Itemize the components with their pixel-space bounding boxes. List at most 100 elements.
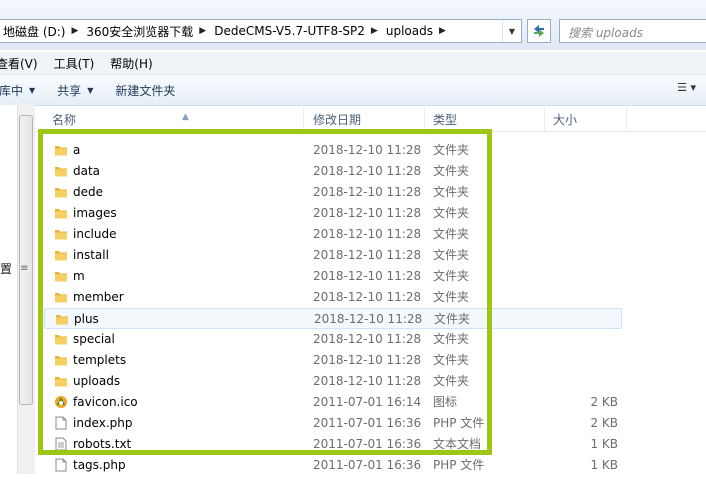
file-type: 文件夹 <box>433 227 470 241</box>
menu-help[interactable]: 帮助(H) <box>110 55 152 72</box>
file-name: special <box>73 332 115 346</box>
file-date: 2018-12-10 11:28 <box>314 312 423 326</box>
file-size: 2 KB <box>590 416 618 430</box>
search-input[interactable]: 搜索 uploads <box>559 19 706 43</box>
breadcrumb-drive[interactable]: 地磁盘 (D:) <box>0 23 69 40</box>
file-date: 2011-07-01 16:36 <box>313 437 422 451</box>
folder-icon <box>54 227 68 241</box>
column-date-label: 修改日期 <box>313 113 362 127</box>
file-name: m <box>73 269 85 283</box>
file-row[interactable]: images 2018-12-10 11:28 文件夹 <box>44 203 622 224</box>
file-type: 文件夹 <box>433 185 470 199</box>
column-name-label: 名称 <box>52 113 77 127</box>
file-type: 文本文档 <box>433 437 482 451</box>
file-name: install <box>73 248 109 262</box>
file-type: 文件夹 <box>433 374 470 388</box>
share-button[interactable]: 共享 ▼ <box>57 82 93 99</box>
file-type: 图标 <box>433 395 458 409</box>
column-type[interactable]: 类型 <box>425 105 545 131</box>
file-type: 文件夹 <box>433 332 470 346</box>
include-in-library-label: 库中 <box>0 83 24 98</box>
file-size: 1 KB <box>590 437 618 451</box>
breadcrumb-downloads[interactable]: 360安全浏览器下载 <box>82 23 197 40</box>
refresh-icon <box>534 25 544 37</box>
file-row[interactable]: templets 2018-12-10 11:28 文件夹 <box>44 350 622 371</box>
file-date: 2018-12-10 11:28 <box>313 290 422 304</box>
column-type-label: 类型 <box>433 113 458 127</box>
file-date: 2018-12-10 11:28 <box>313 332 422 346</box>
file-row[interactable]: data 2018-12-10 11:28 文件夹 <box>44 161 622 182</box>
refresh-button[interactable] <box>527 19 551 43</box>
file-type: 文件夹 <box>434 312 471 326</box>
menu-bar: 查看(V) 工具(T) 帮助(H) <box>0 52 706 75</box>
file-row[interactable]: dede 2018-12-10 11:28 文件夹 <box>44 182 622 203</box>
file-type: PHP 文件 <box>433 458 485 472</box>
share-label: 共享 <box>57 83 82 98</box>
breadcrumb-separator-icon[interactable]: ▶ <box>69 26 82 36</box>
sort-up-icon: ▲ <box>182 112 189 122</box>
file-name: member <box>73 290 124 304</box>
file-date: 2011-07-01 16:14 <box>313 395 422 409</box>
menu-view[interactable]: 查看(V) <box>0 55 38 72</box>
file-row[interactable]: member 2018-12-10 11:28 文件夹 <box>44 287 622 308</box>
file-type: PHP 文件 <box>433 416 485 430</box>
breadcrumb-separator-icon[interactable]: ▶ <box>369 26 382 36</box>
file-name: templets <box>73 353 127 367</box>
file-row[interactable]: install 2018-12-10 11:28 文件夹 <box>44 245 622 266</box>
file-row[interactable]: m 2018-12-10 11:28 文件夹 <box>44 266 622 287</box>
column-name[interactable]: ▲ 名称 <box>44 105 304 131</box>
command-bar: 库中 ▼ 共享 ▼ 新建文件夹 ☰ ▾ <box>0 75 706 106</box>
file-type: 文件夹 <box>433 164 470 178</box>
folder-icon <box>54 290 68 304</box>
file-row[interactable]: special 2018-12-10 11:28 文件夹 <box>44 329 622 350</box>
file-size: 2 KB <box>590 395 618 409</box>
nav-item-label[interactable]: 置 <box>0 260 12 277</box>
file-row[interactable]: uploads 2018-12-10 11:28 文件夹 <box>44 371 622 392</box>
new-folder-button[interactable]: 新建文件夹 <box>115 82 175 99</box>
file-date: 2018-12-10 11:28 <box>313 164 422 178</box>
file-name: index.php <box>73 416 133 430</box>
column-size-label: 大小 <box>553 113 578 127</box>
file-type: 文件夹 <box>433 248 470 262</box>
file-date: 2018-12-10 11:28 <box>313 374 422 388</box>
file-row[interactable]: include 2018-12-10 11:28 文件夹 <box>44 224 622 245</box>
breadcrumb-separator-icon[interactable]: ▶ <box>197 26 210 36</box>
breadcrumb-uploads[interactable]: uploads <box>382 24 437 38</box>
php-file-icon <box>54 416 68 430</box>
file-row[interactable]: plus 2018-12-10 11:28 文件夹 <box>44 308 622 329</box>
address-bar[interactable]: 地磁盘 (D:) ▶ 360安全浏览器下载 ▶ DedeCMS-V5.7-UTF… <box>0 19 522 43</box>
file-name: plus <box>74 312 99 326</box>
file-row[interactable]: a 2018-12-10 11:28 文件夹 <box>44 140 622 161</box>
file-name: data <box>73 164 101 178</box>
php-file-icon <box>54 458 68 472</box>
file-row[interactable]: index.php 2011-07-01 16:36 PHP 文件 2 KB <box>44 413 622 434</box>
file-date: 2018-12-10 11:28 <box>313 227 422 241</box>
file-name: images <box>73 206 117 220</box>
address-dropdown-icon[interactable]: ▼ <box>502 20 521 42</box>
folder-icon <box>54 143 68 157</box>
nav-scrollbar[interactable]: ≡ <box>17 105 35 474</box>
file-date: 2018-12-10 11:28 <box>313 185 422 199</box>
file-type: 文件夹 <box>433 269 470 283</box>
view-options-icon[interactable]: ☰ ▾ <box>677 81 696 94</box>
scrollbar-thumb[interactable] <box>19 115 33 405</box>
file-row[interactable]: favicon.ico 2011-07-01 16:14 图标 2 KB <box>44 392 622 413</box>
file-date: 2018-12-10 11:28 <box>313 143 422 157</box>
column-size[interactable]: 大小 <box>545 105 627 131</box>
file-type: 文件夹 <box>433 143 470 157</box>
breadcrumb-separator-icon[interactable]: ▶ <box>437 26 450 36</box>
include-in-library-button[interactable]: 库中 ▼ <box>0 82 35 99</box>
file-name: include <box>73 227 117 241</box>
folder-icon <box>54 332 68 346</box>
column-header: ▲ 名称 修改日期 类型 大小 <box>34 105 706 132</box>
breadcrumb-dedecms[interactable]: DedeCMS-V5.7-UTF8-SP2 <box>210 24 369 38</box>
ico-file-icon <box>54 395 68 409</box>
folder-icon <box>54 269 68 283</box>
file-row[interactable]: robots.txt 2011-07-01 16:36 文本文档 1 KB <box>44 434 622 455</box>
column-date[interactable]: 修改日期 <box>305 105 425 131</box>
menu-tools[interactable]: 工具(T) <box>54 55 95 72</box>
folder-icon <box>54 164 68 178</box>
address-toolbar: 地磁盘 (D:) ▶ 360安全浏览器下载 ▶ DedeCMS-V5.7-UTF… <box>0 0 706 50</box>
file-date: 2018-12-10 11:28 <box>313 248 422 262</box>
file-row[interactable]: tags.php 2011-07-01 16:36 PHP 文件 1 KB <box>44 455 622 476</box>
